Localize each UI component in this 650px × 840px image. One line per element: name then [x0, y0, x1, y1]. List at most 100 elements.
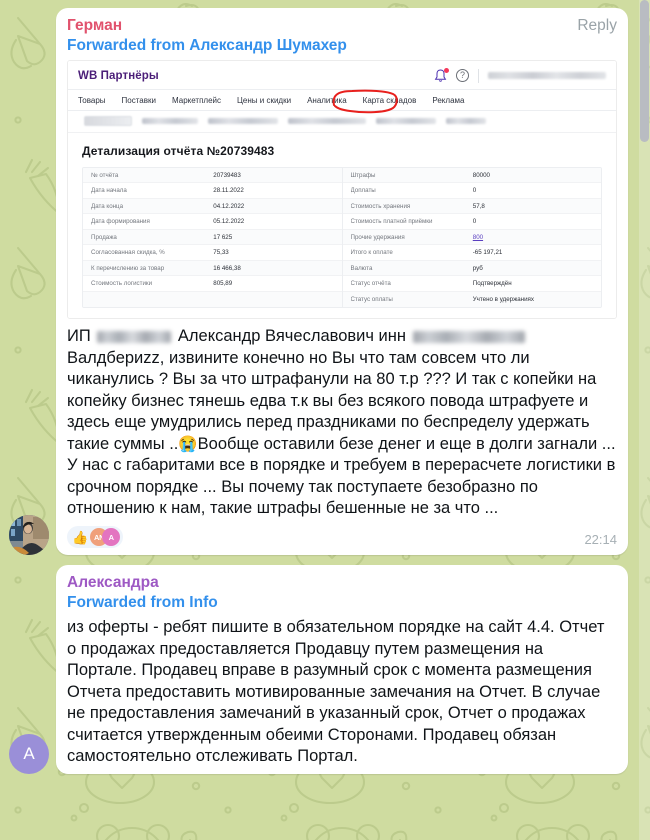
- row-label: № отчёта: [91, 171, 119, 179]
- table-row: К перечислению за товар 16 466,38: [83, 260, 342, 277]
- nav-item-marketplace[interactable]: Маркетплейс: [172, 96, 221, 105]
- row-label: Статус отчёта: [350, 280, 391, 288]
- nav-item-goods[interactable]: Товары: [78, 96, 106, 105]
- forwarded-from-label[interactable]: Forwarded from Info: [67, 593, 617, 613]
- report-table-right-column: Штрафы 80000 Доплаты 0 Стоимость хранени…: [341, 167, 601, 308]
- row-value: 75,33: [213, 249, 229, 257]
- row-value: Подтверждён: [472, 280, 512, 288]
- row-value: руб: [472, 264, 483, 272]
- message-item[interactable]: A Александра Forwarded from Info из офер…: [8, 565, 628, 775]
- message-timestamp: 22:14: [584, 532, 617, 548]
- table-row: Статус оплаты Учтено в удержаниях: [342, 291, 601, 308]
- row-value: 28.11.2022: [213, 187, 244, 195]
- table-row: Дата начала 28.11.2022: [83, 183, 342, 199]
- text-part: Александр Вячеславович инн: [173, 327, 411, 346]
- row-label: Дата формирования: [91, 218, 150, 226]
- bell-icon[interactable]: [434, 67, 449, 83]
- row-label: Штрафы: [350, 171, 376, 179]
- chat-message-list[interactable]: Герман Reply Forwarded from Александр Шу…: [0, 0, 650, 840]
- row-value-penalty: 80000: [472, 171, 490, 179]
- table-row: Прочие удержания 800: [342, 229, 601, 246]
- reaction-avatar: A: [102, 528, 121, 547]
- row-value: 805,89: [213, 280, 233, 288]
- letter-avatar[interactable]: A: [9, 734, 49, 775]
- account-name-redacted[interactable]: [488, 72, 606, 80]
- crying-emoji: 😭: [178, 435, 198, 453]
- wb-filter-bar[interactable]: [68, 110, 616, 133]
- filter-blur-3[interactable]: [288, 117, 366, 124]
- message-item[interactable]: Герман Reply Forwarded from Александр Шу…: [8, 8, 628, 556]
- table-row: Стоимость платной приёмки 0: [342, 214, 601, 230]
- scrollbar-thumb[interactable]: [640, 0, 649, 142]
- bubble-header: Герман Reply: [67, 16, 617, 36]
- row-value: -65 197,21: [472, 249, 503, 257]
- reply-button[interactable]: Reply: [577, 16, 617, 36]
- report-table-left-column: № отчёта 20739483 Дата начала 28.11.2022…: [83, 167, 342, 308]
- table-row: Валюта руб: [342, 260, 601, 277]
- thumbs-up-icon: 👍: [72, 529, 89, 545]
- row-label: Статус оплаты: [350, 296, 393, 304]
- message-bubble[interactable]: Александра Forwarded from Info из оферты…: [56, 565, 628, 775]
- filter-blur-4[interactable]: [376, 117, 436, 124]
- user-photo-avatar[interactable]: [9, 515, 49, 556]
- row-label: Валюта: [350, 264, 373, 272]
- row-label: Стоимость хранения: [350, 202, 411, 210]
- row-label: Согласованная скидка, %: [91, 249, 165, 257]
- vertical-scrollbar[interactable]: [639, 0, 650, 840]
- row-value: 17 625: [213, 233, 233, 241]
- forwarded-from-label[interactable]: Forwarded from Александр Шумахер: [67, 36, 617, 56]
- report-title: Детализация отчёта №20739483: [82, 143, 275, 158]
- message-text: ИП Александр Вячеславович инн Валдбериzz…: [67, 326, 617, 519]
- table-row: Стоимость хранения 57,8: [342, 198, 601, 215]
- table-row-penalty: Штрафы 80000: [342, 167, 601, 184]
- filter-blur-2[interactable]: [208, 117, 278, 124]
- wb-report-body: Детализация отчёта №20739483 № отчёта 20…: [68, 132, 616, 319]
- message-sender-name[interactable]: Александра: [67, 573, 617, 593]
- notification-dot: [444, 67, 449, 73]
- row-label: Итого к оплате: [350, 249, 393, 257]
- wb-nav-bar[interactable]: Товары Поставки Маркетплейс Цены и скидк…: [68, 89, 616, 111]
- row-value: 0: [472, 218, 477, 226]
- row-value: 20739483: [213, 171, 241, 179]
- table-row: Доплаты 0: [342, 183, 601, 199]
- reaction-avatars: AN A: [90, 528, 121, 547]
- message-bubble[interactable]: Герман Reply Forwarded from Александр Шу…: [56, 8, 628, 556]
- table-row: Итого к оплате -65 197,21: [342, 245, 601, 261]
- text-part: ИП: [67, 327, 96, 346]
- nav-item-warehouses[interactable]: Карта складов: [363, 96, 417, 105]
- reaction-badge[interactable]: 👍 AN A: [67, 526, 124, 549]
- row-value: 57,8: [472, 202, 485, 210]
- wb-header-actions: ?: [434, 67, 606, 83]
- avatar-slot: [8, 515, 50, 556]
- table-row: Дата конца 04.12.2022: [83, 198, 342, 215]
- message-sender-name[interactable]: Герман: [67, 16, 122, 36]
- filter-blur-5[interactable]: [446, 117, 486, 124]
- row-label: Прочие удержания: [350, 233, 405, 241]
- row-label: Продажа: [91, 233, 117, 241]
- redacted-inn: [412, 331, 525, 344]
- row-value-link[interactable]: 800: [473, 234, 595, 241]
- redacted-name: [97, 331, 172, 344]
- table-row: № отчёта 20739483: [83, 167, 342, 184]
- row-label: Доплаты: [350, 187, 376, 195]
- avatar-slot: A: [8, 734, 50, 775]
- row-label: Дата начала: [91, 187, 127, 195]
- nav-item-ads[interactable]: Реклама: [432, 96, 464, 105]
- nav-item-analytics[interactable]: Аналитика: [307, 96, 347, 105]
- row-label: Дата конца: [91, 202, 124, 210]
- nav-item-prices[interactable]: Цены и скидки: [237, 96, 291, 105]
- wb-header-bar: WB Партнёры ?: [68, 60, 616, 90]
- nav-item-supplies[interactable]: Поставки: [122, 96, 156, 105]
- row-value: 0: [472, 187, 477, 195]
- message-text: из оферты - ребят пишите в обязательном …: [67, 618, 605, 765]
- report-details-table: № отчёта 20739483 Дата начала 28.11.2022…: [82, 166, 602, 309]
- filter-blur-1[interactable]: [142, 117, 198, 124]
- attached-screenshot[interactable]: WB Партнёры ? Товары Поставки Маркетплей…: [67, 59, 617, 320]
- filter-chip-period[interactable]: [84, 115, 132, 126]
- divider: [478, 68, 479, 83]
- row-value: 05.12.2022: [213, 218, 245, 226]
- table-row: Продажа 17 625: [83, 229, 342, 246]
- help-icon[interactable]: ?: [456, 69, 469, 83]
- table-row-spacer: [83, 291, 342, 308]
- row-value: 16 466,38: [213, 264, 241, 272]
